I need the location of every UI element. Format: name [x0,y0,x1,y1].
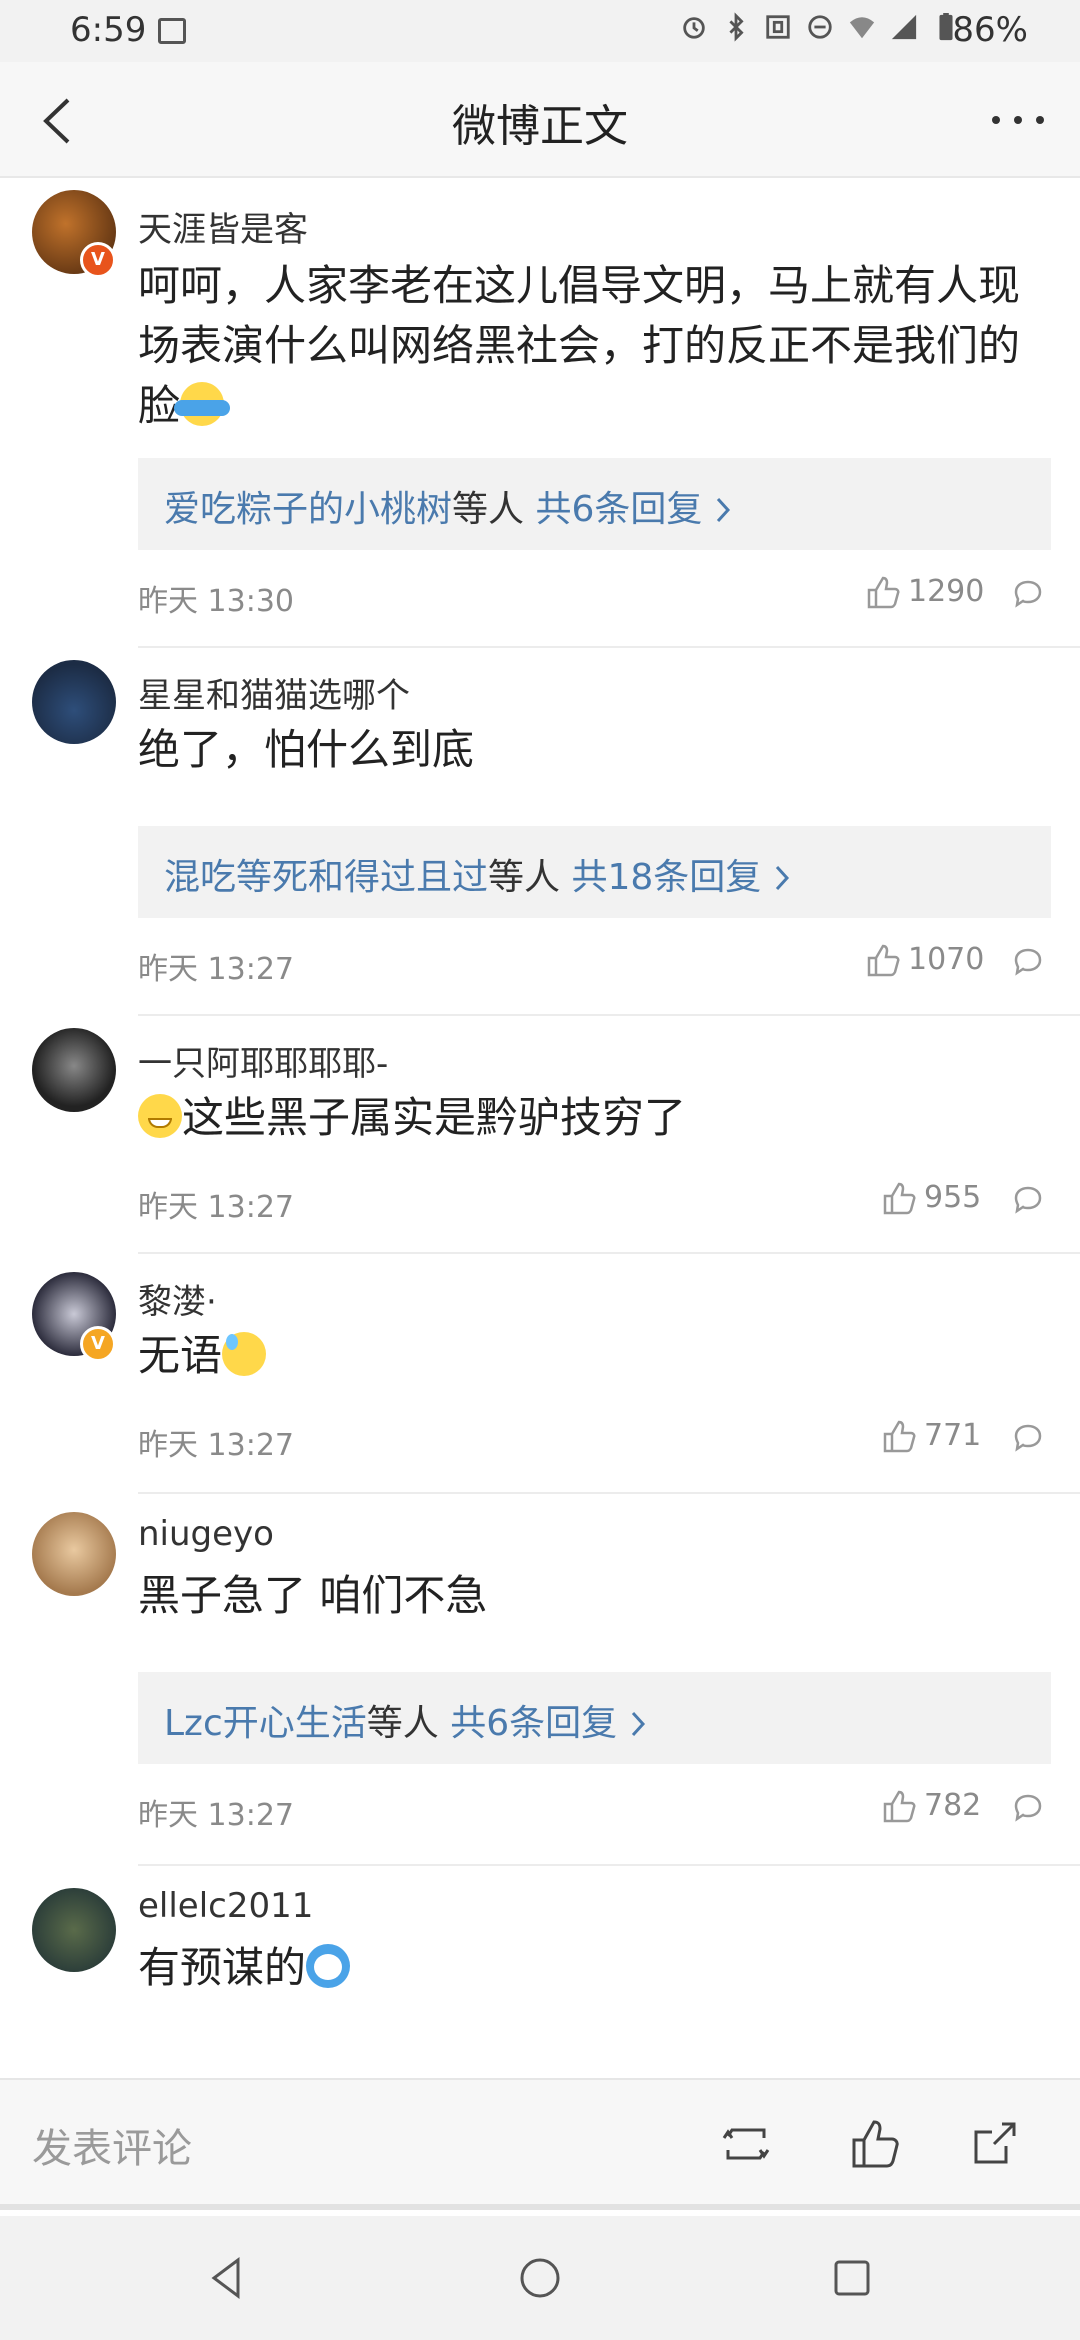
like-button[interactable]: 955 [882,1180,981,1215]
reply-count[interactable]: 共6条回复 [535,489,702,530]
reply-preview[interactable]: 爱吃粽子的小桃树等人 共6条回复 [138,458,1051,550]
navigation-bar [0,2216,1080,2340]
back-nav-icon[interactable] [200,2250,256,2306]
comment-author[interactable]: 天涯皆是客 [138,202,308,251]
comment-author[interactable]: 黎漤· [138,1274,217,1323]
thumbs-up-icon [883,1790,916,1822]
like-button[interactable]: 1070 [866,942,984,977]
reply-count[interactable]: 共6条回复 [450,1703,617,1744]
reply-bubble-icon[interactable] [1012,1792,1044,1824]
comment-text: 呵呵，人家李老在这儿倡导文明，马上就有人现场表演什么叫网络黑社会，打的反正不是我… [138,256,1028,436]
reply-author[interactable]: 混吃等死和得过且过 [164,857,488,898]
reply-bubble-icon[interactable] [1012,946,1044,978]
reply-preview[interactable]: Lzc开心生活等人 共6条回复 [138,1672,1051,1764]
like-count: 1070 [908,942,985,977]
alarm-icon [683,17,705,39]
reply-preview[interactable]: 混吃等死和得过且过等人 共18条回复 [138,826,1051,918]
reply-mid: 等人 [452,489,525,530]
reply-author[interactable]: 爱吃粽子的小桃树 [164,489,452,530]
sweat-emoji-icon [222,1332,267,1376]
status-time: 6:59 [70,10,147,50]
signal-icon [891,14,917,40]
home-nav-icon[interactable] [512,2250,568,2306]
comment-text-body: 呵呵，人家李老在这儿倡导文明，马上就有人现场表演什么叫网络黑社会，打的反正不是我… [138,261,1021,430]
comment-author[interactable]: niugeyo [138,1514,274,1554]
divider [138,1492,1080,1494]
comment-text: 有预谋的 [138,1938,1028,1998]
comment-text-body: 无语 [138,1331,223,1380]
header: 微博正文 [0,62,1080,178]
gallery-notification-icon [158,18,186,44]
reply-author[interactable]: Lzc开心生活 [164,1703,367,1744]
divider [138,646,1080,648]
avatar[interactable] [32,660,116,744]
bluetooth-icon [729,12,744,42]
reply-mid: 等人 [366,1703,439,1744]
status-bar: 6:59 86% [0,0,1080,62]
thumbs-up-icon [883,1182,916,1214]
reply-mid: 等人 [488,857,561,898]
recents-nav-icon[interactable] [824,2250,880,2306]
verified-badge-icon: V [80,242,116,278]
like-count: 1290 [908,574,985,609]
share-icon[interactable] [966,2116,1022,2172]
divider [138,1864,1080,1866]
comment-time: 昨天 13:30 [138,584,294,619]
thumbs-up-icon [867,944,900,976]
comment-time: 昨天 13:27 [138,1190,294,1225]
do-not-disturb-icon [808,15,832,39]
like-button[interactable]: 1290 [866,574,984,609]
thumbs-up-icon [883,1420,916,1452]
like-button[interactable]: 782 [882,1788,981,1823]
divider [138,1252,1080,1254]
comment-text: 这些黑子属实是黔驴技穷了 [138,1088,1028,1148]
battery-percent: 86% [952,10,1028,50]
chevron-right-icon [775,865,789,891]
doge-emoji-icon [306,1944,351,1988]
reply-bubble-icon[interactable] [1012,1184,1044,1216]
like-count: 955 [924,1180,982,1215]
repost-icon[interactable] [718,2116,774,2172]
comment-author[interactable]: 星星和猫猫选哪个 [138,668,410,717]
comment-text-body: 有预谋的 [138,1943,307,1992]
comment-text-body: 这些黑子属实是黔驴技穷了 [182,1093,687,1142]
avatar[interactable] [32,1028,116,1112]
like-count: 782 [924,1788,982,1823]
more-icon[interactable] [988,108,1048,132]
comment-list: V 天涯皆是客 呵呵，人家李老在这儿倡导文明，马上就有人现场表演什么叫网络黑社会… [0,178,1080,2078]
chevron-right-icon [631,1711,645,1737]
comment-time: 昨天 13:27 [138,1798,294,1833]
comment-input[interactable]: 发表评论 [32,2116,192,2174]
reply-bubble-icon[interactable] [1012,1422,1044,1454]
avatar[interactable] [32,1888,116,1972]
thumbs-up-icon [867,576,900,608]
verified-badge-icon: V [80,1326,116,1362]
comment-time: 昨天 13:27 [138,1428,294,1463]
wifi-icon [849,17,875,39]
comment-text: 黑子急了 咱们不急 [138,1571,488,1620]
reply-bubble-icon[interactable] [1012,578,1044,610]
comment-author[interactable]: ellelc2011 [138,1886,313,1926]
comment-author[interactable]: 一只阿耶耶耶耶- [138,1036,388,1085]
reply-count[interactable]: 共18条回复 [571,857,761,898]
status-icons [680,12,960,42]
divider [138,1014,1080,1016]
shrug-emoji-icon [174,382,231,426]
comment-time: 昨天 13:27 [138,952,294,987]
comment-text: 无语 [138,1326,1028,1386]
like-count: 771 [924,1418,982,1453]
like-button[interactable]: 771 [882,1418,981,1453]
page-title: 微博正文 [452,101,628,152]
chevron-right-icon [716,497,730,523]
nfc-icon [766,15,790,39]
action-bar: 发表评论 [0,2078,1080,2210]
thumbs-up-icon[interactable] [848,2116,904,2172]
grin-emoji-icon [138,1094,182,1138]
avatar[interactable] [32,1512,116,1596]
comment-text: 绝了，怕什么到底 [138,725,475,774]
